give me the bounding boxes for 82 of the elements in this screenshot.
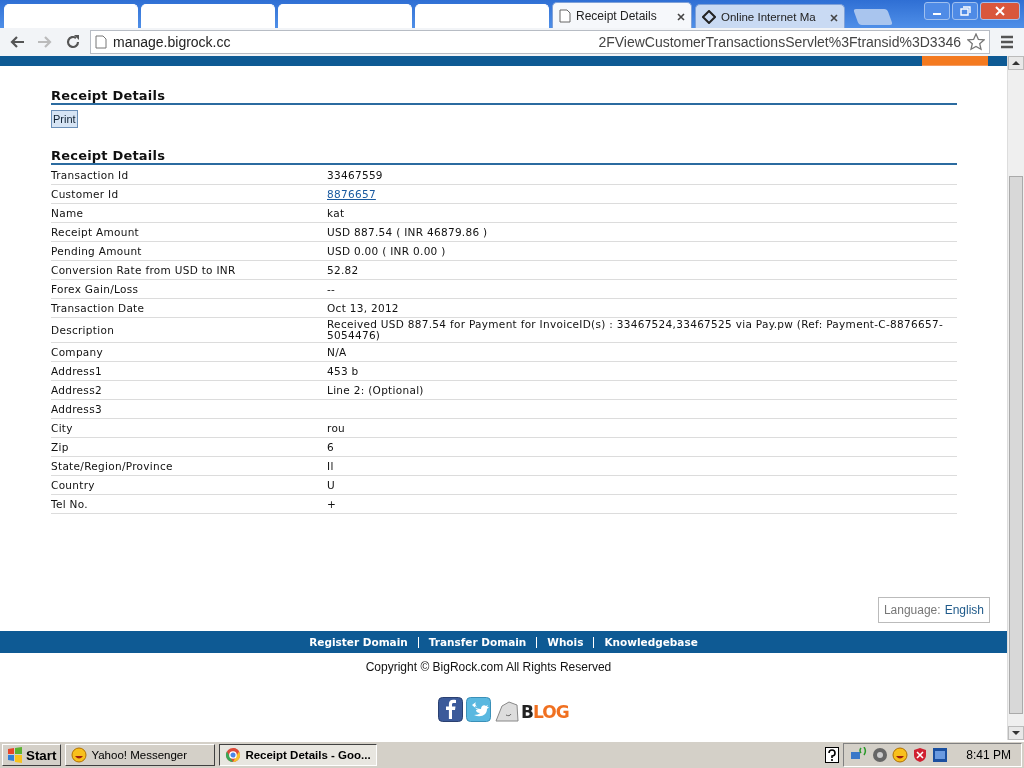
field-label: Customer Id bbox=[51, 188, 120, 200]
clock: 8:41 PM bbox=[966, 748, 1011, 762]
field-value: -- bbox=[327, 282, 336, 295]
field-label: Name bbox=[51, 207, 85, 219]
scroll-up-button[interactable] bbox=[1008, 56, 1024, 70]
address-bar[interactable]: manage.bigrock.cc 2FViewCustomerTransactionsServlet%3Ftransid%3D3346 bbox=[90, 30, 990, 54]
close-icon bbox=[994, 5, 1006, 17]
customer-link[interactable]: 8876657 bbox=[327, 187, 376, 200]
section-title: Receipt Details bbox=[51, 148, 957, 165]
field-label: Tel No. bbox=[51, 498, 89, 510]
minimize-icon bbox=[933, 13, 941, 15]
footer-link[interactable]: Register Domain bbox=[309, 636, 408, 648]
field-value: Received USD 887.54 for Payment for InvoiceID(s) : 33467524,33467525 via Pay.pw (Ref: Payment-C-8876657-5054476) bbox=[327, 318, 944, 341]
taskbar-button[interactable]: Yahoo! Messenger bbox=[65, 744, 216, 766]
field-value: 6 bbox=[327, 440, 334, 453]
field-value: USD 0.00 ( INR 0.00 ) bbox=[327, 244, 446, 257]
shield-icon[interactable] bbox=[912, 747, 929, 763]
help-icon[interactable] bbox=[825, 747, 840, 763]
smiley-icon[interactable] bbox=[892, 747, 909, 763]
windows-logo-icon bbox=[7, 747, 23, 763]
field-label: Description bbox=[51, 324, 116, 336]
bird-icon[interactable] bbox=[466, 697, 491, 722]
menu-icon bbox=[1000, 35, 1014, 49]
taskbar-button[interactable]: Receipt Details - Goo... bbox=[219, 744, 377, 766]
field-value: N/A bbox=[327, 345, 347, 358]
star-icon[interactable] bbox=[967, 33, 985, 51]
smiley-icon bbox=[71, 747, 88, 763]
field-label: State/Region/Province bbox=[51, 460, 174, 472]
section-title: Receipt Details bbox=[51, 88, 957, 105]
browser-tab[interactable]: Receipt Details bbox=[552, 2, 692, 28]
page-icon bbox=[559, 8, 571, 23]
field-label: Forex Gain/Loss bbox=[51, 283, 140, 295]
blog-logo[interactable]: BLOG bbox=[494, 700, 569, 722]
diamond-icon bbox=[702, 9, 716, 24]
field-label: Address2 bbox=[51, 384, 103, 396]
forward-icon bbox=[37, 34, 53, 50]
field-label: Zip bbox=[51, 441, 70, 453]
url-text: 2FViewCustomerTransactionsServlet%3Ftransid%3D3346 bbox=[598, 34, 961, 50]
field-label: Transaction Id bbox=[51, 169, 130, 181]
footer-link[interactable]: Transfer Domain bbox=[428, 636, 527, 648]
field-label: Address3 bbox=[51, 403, 103, 415]
language-selector[interactable]: Language: English bbox=[877, 597, 990, 623]
window-icon[interactable] bbox=[932, 747, 949, 763]
reload-icon bbox=[65, 34, 81, 50]
scrollbar[interactable] bbox=[1007, 56, 1024, 740]
back-icon bbox=[9, 34, 25, 50]
field-value: 52.82 bbox=[327, 263, 359, 276]
close-button[interactable] bbox=[980, 2, 1020, 20]
start-button[interactable]: Start bbox=[2, 744, 62, 766]
field-value: Line 2: (Optional) bbox=[327, 383, 424, 396]
field-label: Company bbox=[51, 346, 105, 358]
copyright-text: Copyright © BigRock.com All Rights Reserved bbox=[364, 660, 613, 674]
field-value: rou bbox=[327, 421, 346, 434]
field-label: Receipt Amount bbox=[51, 226, 140, 238]
field-value: Il bbox=[327, 459, 334, 472]
restore-icon bbox=[959, 5, 971, 17]
url-text: manage.bigrock.cc bbox=[113, 34, 231, 50]
field-label: Transaction Date bbox=[51, 302, 146, 314]
field-label: Pending Amount bbox=[51, 245, 143, 257]
footer-link[interactable]: Whois bbox=[547, 636, 584, 648]
field-value: Oct 13, 2012 bbox=[327, 301, 399, 314]
browser-tab[interactable]: Online Internet Ma bbox=[695, 4, 845, 28]
field-value: USD 887.54 ( INR 46879.86 ) bbox=[327, 225, 488, 238]
field-value: U bbox=[327, 478, 335, 491]
page-icon bbox=[95, 35, 107, 49]
facebook-icon[interactable] bbox=[438, 697, 463, 722]
print-button[interactable]: Print bbox=[51, 110, 78, 128]
field-value: 453 b bbox=[327, 364, 359, 377]
scroll-down-button[interactable] bbox=[1008, 726, 1024, 740]
field-label: Address1 bbox=[51, 365, 103, 377]
footer-link[interactable]: Knowledgebase bbox=[604, 636, 698, 648]
scroll-thumb[interactable] bbox=[1009, 176, 1023, 714]
field-label: Country bbox=[51, 479, 96, 491]
field-value: 33467559 bbox=[327, 168, 383, 181]
field-value: kat bbox=[327, 206, 345, 219]
field-value: + bbox=[327, 497, 337, 510]
new-tab-button[interactable] bbox=[853, 9, 893, 25]
field-label: Conversion Rate from USD to INR bbox=[51, 264, 237, 276]
browser-icon bbox=[225, 747, 242, 763]
maximize-button[interactable] bbox=[952, 2, 978, 20]
field-label: City bbox=[51, 422, 74, 434]
minimize-button[interactable] bbox=[924, 2, 950, 20]
